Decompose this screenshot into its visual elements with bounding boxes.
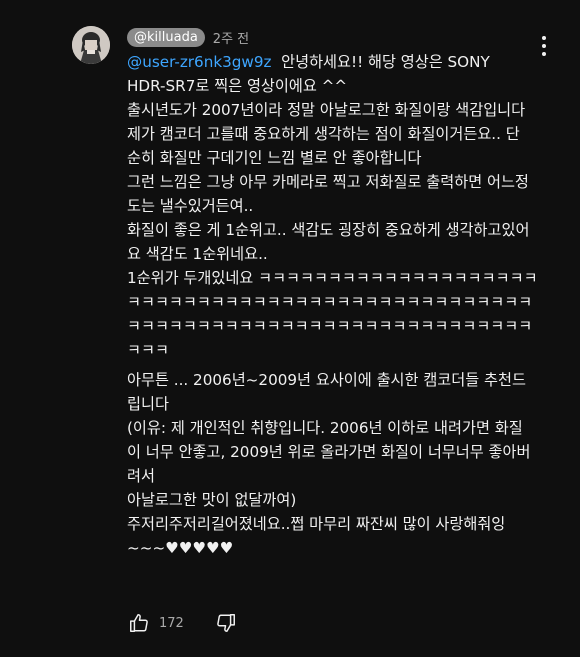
comment-actions: 172 <box>127 611 238 635</box>
author-handle[interactable]: @killuada <box>127 27 205 47</box>
comment-thread: @killuada 2주 전 @user-zr6nk3gw9z 안녕하세요!! … <box>0 0 580 657</box>
comment-line: 제가 캠코더 고를때 중요하게 생각하는 점이 화질이거든요.. 단 <box>127 125 520 143</box>
comment-line: 립니다 <box>127 395 169 413</box>
comment-line: 이 너무 안좋고, 2009년 위로 올라가면 화질이 너무너무 좋아버 <box>127 443 531 461</box>
like-count: 172 <box>159 615 184 631</box>
comment-line: HDR-SR7로 찍은 영상이에요 ^^ <box>127 77 348 95</box>
comment-line: ㅋㅋㅋ <box>127 341 169 359</box>
comment-line: ㅋㅋㅋㅋㅋㅋㅋㅋㅋㅋㅋㅋㅋㅋㅋㅋㅋㅋㅋㅋㅋㅋㅋㅋㅋㅋㅋㅋㅋ <box>127 293 533 311</box>
comment-line: (이유: 제 개인적인 취향입니다. 2006년 이하로 내려가면 화질 <box>127 419 523 437</box>
comment-line: 순히 화질만 구데기인 느낌 별로 안 좋아합니다 <box>127 149 422 167</box>
avatar[interactable] <box>72 26 110 64</box>
comment-line: 출시년도가 2007년이라 정말 아날로그한 화질이랑 색감입니다 <box>127 101 526 119</box>
comment-line: ㅋㅋㅋㅋㅋㅋㅋㅋㅋㅋㅋㅋㅋㅋㅋㅋㅋㅋㅋㅋㅋㅋㅋㅋㅋㅋㅋㅋㅋ <box>127 317 533 335</box>
comment-line: 그런 느낌은 그냥 아무 카메라로 찍고 저화질로 출력하면 어느정 <box>127 173 529 191</box>
comment-line: ~~~♥♥♥♥♥ <box>127 539 234 557</box>
comment-header: @killuada 2주 전 <box>127 27 249 47</box>
avatar-image <box>72 26 110 64</box>
comment-line: @user-zr6nk3gw9z 안녕하세요!! 해당 영상은 SONY <box>127 50 545 74</box>
comment-body: @user-zr6nk3gw9z 안녕하세요!! 해당 영상은 SONY HDR… <box>127 50 545 560</box>
mention-link[interactable]: @user-zr6nk3gw9z <box>127 53 271 71</box>
comment-line-text: 안녕하세요!! 해당 영상은 SONY <box>281 53 490 71</box>
comment-line: 요 색감도 1순위네요.. <box>127 245 268 263</box>
comment-line: 아무튼 ... 2006년~2009년 요사이에 출시한 캠코더들 추천드 <box>127 371 526 389</box>
thumbs-up-icon[interactable] <box>127 611 151 635</box>
thumbs-down-icon[interactable] <box>214 611 238 635</box>
comment-line: 도는 낼수있거든여.. <box>127 197 254 215</box>
comment-line: 화질이 좋은 게 1순위고.. 색감도 굉장히 중요하게 생각하고있어 <box>127 221 530 239</box>
comment-line: 주저리주저리길어졌네요..쩝 마무리 짜잔씨 많이 사랑해줘잉 <box>127 515 506 533</box>
comment-timestamp[interactable]: 2주 전 <box>213 28 249 47</box>
comment-line: 아날로그한 맛이 없달까여) <box>127 491 297 509</box>
comment-line: 1순위가 두개있네요 ㅋㅋㅋㅋㅋㅋㅋㅋㅋㅋㅋㅋㅋㅋㅋㅋㅋㅋㅋㅋ <box>127 269 538 287</box>
comment-line: 려서 <box>127 467 155 485</box>
